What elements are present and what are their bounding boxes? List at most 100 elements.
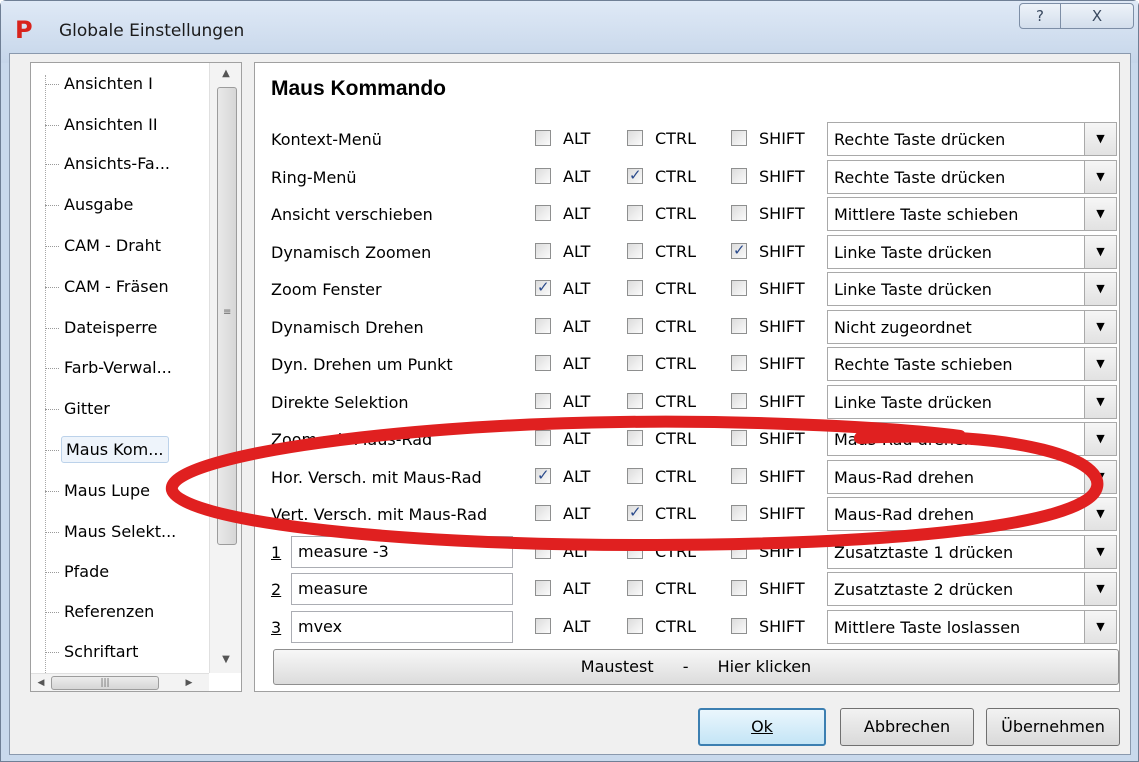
tree-item[interactable]: Referenzen: [45, 597, 157, 627]
checkbox-box[interactable]: [627, 617, 643, 634]
custom-command-input[interactable]: measure: [291, 573, 513, 605]
mouse-test-button[interactable]: Maustest - Hier klicken: [273, 649, 1119, 685]
checkbox-box[interactable]: [731, 580, 747, 596]
checkbox-box[interactable]: [627, 355, 643, 371]
scroll-thumb[interactable]: ≡: [217, 87, 237, 545]
custom-command-input[interactable]: mvex: [291, 610, 513, 643]
checkbox-box[interactable]: [535, 130, 551, 146]
tree-item[interactable]: Maus Kom...: [45, 435, 169, 465]
checkbox-box[interactable]: ✓: [627, 503, 643, 521]
action-select[interactable]: Linke Taste drücken ▼: [827, 234, 1117, 269]
checkbox-box[interactable]: [535, 392, 551, 409]
scroll-down-icon[interactable]: ▼: [210, 649, 242, 671]
dropdown-arrow-icon[interactable]: ▼: [1084, 573, 1116, 605]
cancel-button[interactable]: Abbrechen: [840, 708, 974, 746]
checkbox-box[interactable]: [627, 317, 643, 334]
tree-item[interactable]: Farb-Verwal...: [45, 353, 175, 383]
custom-command-input[interactable]: measure -3: [291, 535, 513, 568]
tree-item[interactable]: Ansichts-Fa...: [45, 149, 173, 179]
checkbox-box[interactable]: [627, 205, 643, 221]
category-tree[interactable]: Ansichten I Ansichten II Ansichts-Fa... Aus…: [30, 62, 242, 692]
action-select[interactable]: Mittlere Taste schieben ▼: [827, 197, 1117, 231]
dropdown-arrow-icon[interactable]: ▼: [1084, 385, 1116, 418]
checkbox-box[interactable]: [535, 617, 551, 634]
dropdown-arrow-icon[interactable]: ▼: [1084, 348, 1116, 380]
checkbox-box[interactable]: [731, 430, 747, 446]
checkbox-box[interactable]: ✓: [535, 466, 551, 484]
checkbox-box[interactable]: [627, 542, 643, 559]
tree-item[interactable]: Maus Lupe: [45, 476, 153, 506]
action-select[interactable]: Rechte Taste drücken ▼: [827, 122, 1117, 156]
checkbox-box[interactable]: [535, 580, 551, 596]
action-select[interactable]: Rechte Taste schieben ▼: [827, 347, 1117, 381]
checkbox-box[interactable]: [731, 205, 747, 221]
dropdown-arrow-icon[interactable]: ▼: [1084, 160, 1116, 193]
checkbox-box[interactable]: [627, 242, 643, 259]
dropdown-arrow-icon[interactable]: ▼: [1084, 198, 1116, 230]
action-select[interactable]: Mittlere Taste loslassen ▼: [827, 609, 1117, 644]
action-select[interactable]: Maus-Rad drehen ▼: [827, 497, 1117, 531]
tree-vertical-scrollbar[interactable]: ▲ ≡ ▼: [209, 63, 241, 673]
checkbox-box[interactable]: [731, 467, 747, 484]
checkbox-box[interactable]: [535, 167, 551, 184]
scroll-right-icon[interactable]: ▶: [181, 674, 197, 692]
checkbox-box[interactable]: [627, 467, 643, 484]
checkbox-box[interactable]: [535, 317, 551, 334]
checkbox-box[interactable]: [731, 130, 747, 146]
scroll-up-icon[interactable]: ▲: [210, 63, 242, 85]
checkbox-box[interactable]: [731, 317, 747, 334]
action-select[interactable]: Linke Taste drücken ▼: [827, 384, 1117, 419]
checkbox-box[interactable]: [627, 580, 643, 596]
checkbox-box[interactable]: [731, 617, 747, 634]
checkbox-box[interactable]: [731, 505, 747, 521]
dropdown-arrow-icon[interactable]: ▼: [1084, 498, 1116, 530]
checkbox-box[interactable]: [731, 355, 747, 371]
dropdown-arrow-icon[interactable]: ▼: [1084, 235, 1116, 268]
tree-item[interactable]: Gitter: [45, 394, 113, 424]
ok-button[interactable]: Ok: [698, 708, 826, 746]
action-select[interactable]: Zusatztaste 1 drücken ▼: [827, 534, 1117, 569]
dropdown-arrow-icon[interactable]: ▼: [1084, 460, 1116, 493]
checkbox-box[interactable]: [731, 167, 747, 184]
apply-button[interactable]: Übernehmen: [986, 708, 1120, 746]
action-select[interactable]: Maus-Rad drehen ▼: [827, 422, 1117, 456]
dropdown-arrow-icon[interactable]: ▼: [1084, 610, 1116, 643]
action-select[interactable]: Nicht zugeordnet ▼: [827, 309, 1117, 344]
tree-item[interactable]: Maus Selekt...: [45, 517, 179, 547]
checkbox-box[interactable]: [627, 130, 643, 146]
close-button[interactable]: X: [1060, 3, 1134, 29]
checkbox-box[interactable]: [627, 392, 643, 409]
checkbox-box[interactable]: [535, 430, 551, 446]
checkbox-box[interactable]: [535, 242, 551, 259]
checkbox-box[interactable]: [535, 505, 551, 521]
tree-horizontal-scrollbar[interactable]: ◀ ||| ▶: [31, 673, 209, 691]
tree-item[interactable]: Ausgabe: [45, 190, 136, 220]
tree-item[interactable]: Pfade: [45, 557, 112, 587]
checkbox-box[interactable]: ✓: [535, 278, 551, 296]
action-select[interactable]: Rechte Taste drücken ▼: [827, 159, 1117, 194]
help-button[interactable]: ?: [1019, 3, 1061, 29]
checkbox-box[interactable]: [535, 542, 551, 559]
checkbox-box[interactable]: [627, 280, 643, 296]
checkbox-box[interactable]: [731, 542, 747, 559]
dropdown-arrow-icon[interactable]: ▼: [1084, 273, 1116, 305]
checkbox-box[interactable]: [627, 430, 643, 446]
tree-item[interactable]: Dateisperre: [45, 313, 160, 343]
dropdown-arrow-icon[interactable]: ▼: [1084, 535, 1116, 568]
checkbox-box[interactable]: ✓: [627, 166, 643, 184]
dropdown-arrow-icon[interactable]: ▼: [1084, 423, 1116, 455]
tree-item[interactable]: Schriftart: [45, 637, 141, 667]
dropdown-arrow-icon[interactable]: ▼: [1084, 123, 1116, 155]
tree-item[interactable]: Ansichten I: [45, 69, 156, 99]
tree-item[interactable]: CAM - Draht: [45, 231, 164, 261]
hscroll-thumb[interactable]: |||: [51, 676, 159, 690]
checkbox-box[interactable]: [731, 280, 747, 296]
tree-item[interactable]: Ansichten II: [45, 110, 161, 140]
scroll-left-icon[interactable]: ◀: [33, 674, 49, 692]
dropdown-arrow-icon[interactable]: ▼: [1084, 310, 1116, 343]
action-select[interactable]: Linke Taste drücken ▼: [827, 272, 1117, 306]
checkbox-box[interactable]: [731, 392, 747, 409]
action-select[interactable]: Maus-Rad drehen ▼: [827, 459, 1117, 494]
checkbox-box[interactable]: [535, 355, 551, 371]
tree-item[interactable]: CAM - Fräsen: [45, 272, 172, 302]
